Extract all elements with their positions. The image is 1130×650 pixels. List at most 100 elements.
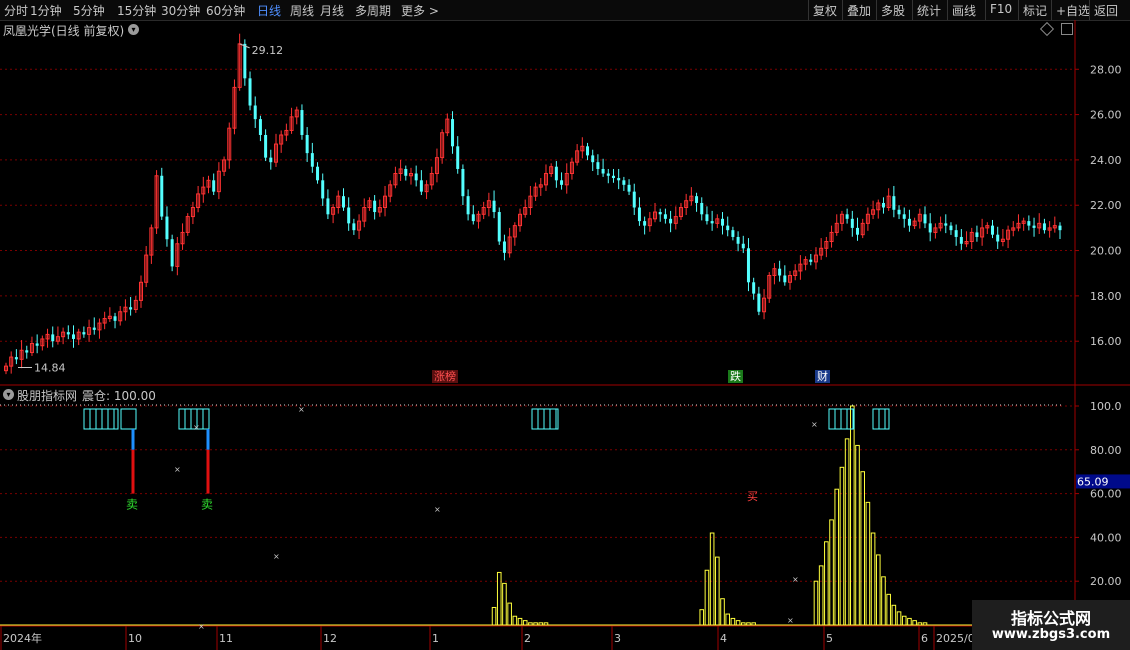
signal-box <box>872 408 890 430</box>
candle-down <box>471 214 475 222</box>
event-tag-finance[interactable]: 财 <box>815 370 830 383</box>
candle-down <box>321 180 325 199</box>
candle-down <box>404 168 408 176</box>
toolbar-action-4[interactable]: 画线 <box>952 2 976 19</box>
candle-down <box>622 180 626 185</box>
indicator-bar <box>870 532 876 626</box>
candle-down <box>586 146 590 156</box>
candle-down <box>596 162 600 169</box>
toolbar-period-3[interactable]: 15分钟 <box>117 2 156 19</box>
indicator-dropdown-icon[interactable]: ▾ <box>3 389 14 400</box>
indicator-bar <box>875 554 881 626</box>
current-value-text: 65.09 <box>1077 475 1109 488</box>
indicator-bar <box>824 541 829 626</box>
time-axis-label: 5 <box>826 632 833 645</box>
candle-down <box>856 227 860 235</box>
candle-down <box>25 350 29 353</box>
watermark-url: www.zbgs3.com <box>991 627 1111 642</box>
candle-down <box>601 168 605 174</box>
indicator-bar <box>725 613 731 626</box>
candle-down <box>113 316 117 321</box>
toolbar-period-8[interactable]: 月线 <box>320 2 344 19</box>
cross-marker: × <box>193 423 200 432</box>
toolbar-period-6[interactable]: 日线 <box>257 2 281 19</box>
indicator-bar <box>896 611 902 626</box>
main-panel-title: 凤凰光学(日线 前复权) <box>3 24 125 38</box>
candle-down <box>991 225 995 235</box>
indicator-tick-label: 100.0 <box>1090 400 1122 413</box>
candle-down <box>809 259 813 262</box>
toolbar-period-9[interactable]: 多周期 <box>355 2 391 19</box>
candle-down <box>451 119 455 147</box>
toolbar-action-3[interactable]: 统计 <box>917 2 941 19</box>
toolbar-period-7[interactable]: 周线 <box>290 2 314 19</box>
time-axis-label: 2025/0 <box>936 632 975 645</box>
candle-down <box>721 218 725 226</box>
toolbar-action-6[interactable]: 标记 <box>1023 2 1047 19</box>
indicator-bar <box>818 565 824 626</box>
toolbar-action-5[interactable]: F10 <box>990 2 1012 16</box>
toolbar-action-0[interactable]: 复权 <box>813 2 837 19</box>
candle-down <box>881 202 885 208</box>
toolbar-period-2[interactable]: 5分钟 <box>73 2 105 19</box>
event-tag-rise-board[interactable]: 涨榜 <box>432 370 458 383</box>
indicator-tick-label: 80.00 <box>1090 444 1122 457</box>
candle-down <box>746 248 750 283</box>
toolbar-more[interactable]: 更多 > <box>401 2 439 19</box>
time-axis-label: 10 <box>128 632 142 645</box>
time-axis-label: 12 <box>323 632 337 645</box>
candle-down <box>269 157 273 163</box>
candle-down <box>51 334 55 342</box>
candle-down <box>617 178 621 181</box>
low-label: 14.84 <box>34 361 66 374</box>
candle-down <box>419 180 423 192</box>
event-tag-fall[interactable]: 跌 <box>728 370 743 383</box>
toolbar-action-7[interactable]: +自选 <box>1056 2 1090 19</box>
candle-down <box>923 214 927 224</box>
indicator-bar <box>496 571 502 626</box>
toolbar-period-5[interactable]: 60分钟 <box>206 2 245 19</box>
toolbar-action-1[interactable]: 叠加 <box>847 2 871 19</box>
indicator-bar <box>865 501 871 626</box>
indicator-bar <box>709 532 715 626</box>
price-tick-label: 22.00 <box>1090 199 1122 212</box>
indicator-bar <box>886 593 891 626</box>
candle-down <box>949 225 953 231</box>
indicator-bar <box>735 620 741 626</box>
candle-down <box>14 357 18 360</box>
toolbar-separator <box>912 0 913 20</box>
indicator-bar <box>491 606 497 626</box>
toolbar-action-2[interactable]: 多股 <box>881 2 905 19</box>
toolbar-separator <box>1051 0 1052 20</box>
candle-down <box>347 207 351 224</box>
toolbar-action-8[interactable]: 返回 <box>1094 2 1118 19</box>
indicator-bar <box>850 405 855 626</box>
candle-down <box>66 332 70 335</box>
candle-down <box>1027 221 1031 226</box>
indicator-tick-label: 20.00 <box>1090 575 1122 588</box>
indicator-bar <box>907 617 912 626</box>
candle-down <box>352 223 356 231</box>
candle-down <box>611 175 615 179</box>
candle-down <box>975 232 979 237</box>
indicator-bar <box>720 598 725 626</box>
watermark-logo: 指标公式网 www.zbgs3.com <box>972 600 1130 650</box>
candle-down <box>892 196 896 210</box>
toolbar-separator <box>842 0 843 20</box>
indicator-bar <box>813 580 819 626</box>
toolbar-separator <box>947 0 948 20</box>
indicator-bar <box>829 519 834 626</box>
toolbar-separator <box>876 0 877 20</box>
cross-marker: × <box>811 420 818 429</box>
candle-down <box>373 200 377 213</box>
indicator-bar <box>715 556 720 626</box>
indicator-bar <box>746 622 751 626</box>
candle-down <box>643 221 647 226</box>
signal-box <box>83 408 119 430</box>
candle-down <box>300 110 304 135</box>
dropdown-icon[interactable]: ▾ <box>128 24 139 35</box>
toolbar-period-0[interactable]: 分时 <box>4 2 28 19</box>
toolbar-period-1[interactable]: 1分钟 <box>30 2 62 19</box>
toolbar-period-4[interactable]: 30分钟 <box>161 2 200 19</box>
panel-maximize-icon[interactable] <box>1061 23 1073 35</box>
